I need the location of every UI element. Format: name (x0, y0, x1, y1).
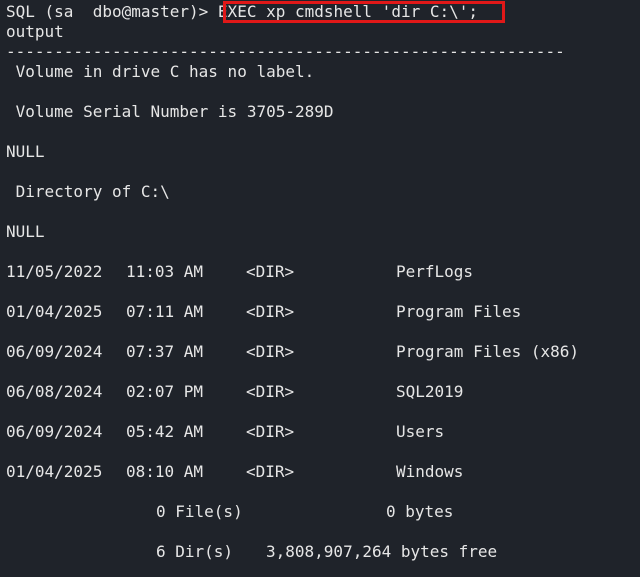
entry-time: 07:11 AM (126, 302, 204, 321)
entry-time: 11:03 AM (126, 262, 204, 281)
entry-type: <DIR> (246, 302, 295, 321)
output-separator: ----------------------------------------… (6, 42, 565, 61)
entry-date: 06/09/2024 (6, 342, 103, 361)
entry-date: 01/04/2025 (6, 462, 103, 481)
volume-label-line: Volume in drive C has no label. (6, 62, 315, 81)
entry-time: 02:07 PM (126, 382, 204, 401)
entry-name: Program Files (396, 302, 522, 321)
free-space: 3,808,907,264 bytes free (266, 542, 498, 561)
entry-type: <DIR> (246, 262, 295, 281)
prompt-prefix: SQL (sa dbo@master)> (6, 2, 218, 21)
entry-name: SQL2019 (396, 382, 464, 401)
directory-of-line: Directory of C:\ (6, 182, 170, 201)
dirs-count: 6 Dir(s) (156, 542, 234, 561)
entry-type: <DIR> (246, 342, 295, 361)
volume-serial-line: Volume Serial Number is 3705-289D (6, 102, 334, 121)
entry-time: 08:10 AM (126, 462, 204, 481)
entry-name: PerfLogs (396, 262, 474, 281)
terminal-window[interactable]: SQL (sa dbo@master)> EXEC xp_cmdshell 'd… (0, 0, 640, 577)
output-header: output (6, 22, 64, 41)
files-size: 0 bytes (386, 502, 454, 521)
entry-time: 05:42 AM (126, 422, 204, 441)
entry-name: Users (396, 422, 445, 441)
files-count: 0 File(s) (156, 502, 243, 521)
entry-date: 01/04/2025 (6, 302, 103, 321)
entry-type: <DIR> (246, 382, 295, 401)
entry-type: <DIR> (246, 422, 295, 441)
null-row-2: NULL (6, 222, 45, 241)
entry-date: 06/09/2024 (6, 422, 103, 441)
null-row-1: NULL (6, 142, 45, 161)
command-highlight-box (223, 1, 505, 23)
entry-name: Program Files (x86) (396, 342, 580, 361)
entry-type: <DIR> (246, 462, 295, 481)
entry-date: 06/08/2024 (6, 382, 103, 401)
entry-name: Windows (396, 462, 464, 481)
entry-time: 07:37 AM (126, 342, 204, 361)
entry-date: 11/05/2022 (6, 262, 103, 281)
